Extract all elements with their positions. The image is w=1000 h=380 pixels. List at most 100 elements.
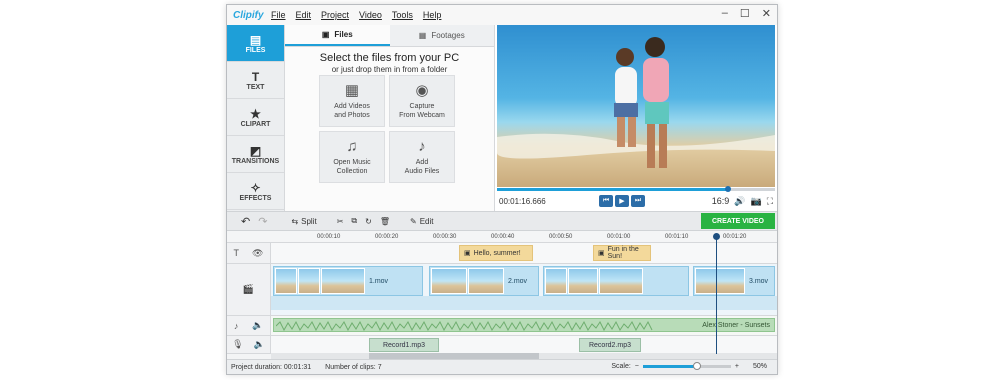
tab-files[interactable]: ▤ FILES [227, 25, 284, 62]
rotate-icon[interactable]: ↻ [365, 217, 372, 226]
tab-clipart[interactable]: ★ CLIPART [227, 99, 284, 136]
volume-icon[interactable]: 🔊 [734, 196, 745, 207]
tab-transitions[interactable]: ◩ TRANSITIONS [227, 136, 284, 173]
tab-effects[interactable]: ✧ EFFECTS [227, 173, 284, 210]
video-clip[interactable]: 1.mov [273, 266, 423, 296]
text-clip-icon: ▣ [598, 250, 605, 257]
app-logo: Clipify [233, 9, 264, 21]
tile-label-line1: Add [415, 158, 429, 166]
create-video-button[interactable]: CREATE VIDEO [701, 213, 775, 229]
add-audio-button[interactable]: ♪ Add Audio Files [389, 131, 455, 183]
close-icon[interactable]: ✕ [762, 7, 771, 20]
delete-icon[interactable]: 🗑 [380, 217, 390, 226]
menu-edit[interactable]: Edit [296, 10, 312, 20]
speaker-icon[interactable]: 🔈 [252, 320, 263, 331]
tab-text[interactable]: T TEXT [227, 62, 284, 99]
clip-thumbnail [431, 268, 467, 294]
project-duration: Project duration: 00:01:31 [231, 364, 312, 371]
menu-file[interactable]: File [271, 10, 286, 20]
text-clip[interactable]: ▣ Fun in the Sun! [593, 245, 651, 261]
snapshot-icon[interactable]: 📷 [750, 196, 761, 207]
tab-footages[interactable]: ▦ Footages [389, 25, 494, 46]
split-label: Split [301, 216, 317, 226]
tile-label-line1: Add Videos [334, 102, 370, 110]
zoom-handle[interactable] [693, 362, 702, 370]
split-icon: ⇆ [291, 216, 299, 226]
eye-icon[interactable]: 👁 [252, 248, 263, 259]
maximize-icon[interactable]: ☐ [740, 7, 750, 20]
timecode: 00:01:16.666 [499, 196, 546, 206]
tab-files-sub[interactable]: ▣ Files [285, 25, 390, 46]
cut-icon[interactable]: ✂ [337, 217, 344, 226]
status-bar: Project duration: 00:01:31 Number of cli… [227, 359, 777, 374]
seek-handle[interactable] [724, 186, 731, 192]
video-clip[interactable] [543, 266, 689, 296]
text-track-header: T 👁 [227, 243, 271, 264]
music-track-header: ♪ 🔈 [227, 316, 271, 336]
clip-thumbnail [695, 268, 745, 294]
video-clip[interactable]: 3.mov [693, 266, 775, 296]
text-track-icon: T [233, 248, 240, 258]
tab-label: TEXT [246, 83, 265, 91]
menu-video[interactable]: Video [359, 10, 382, 20]
redo-icon[interactable]: ↷ [258, 215, 267, 228]
speaker-icon[interactable]: 🔈 [254, 339, 265, 350]
clip-thumbnail [599, 268, 643, 294]
video-track-header: 🎬 [227, 264, 271, 316]
record-clip[interactable]: Record1.mp3 [369, 338, 439, 352]
skip-back-icon[interactable]: ⏮ [599, 195, 613, 207]
files-subheading: or just drop them in from a folder [331, 65, 448, 74]
video-clip[interactable]: 2.mov [429, 266, 539, 296]
skip-forward-icon[interactable]: ⏭ [631, 195, 645, 207]
zoom-fill [642, 365, 698, 368]
webcam-icon: ◉ [415, 81, 429, 99]
edit-button[interactable]: ✎ Edit [410, 217, 434, 226]
zoom-in-icon[interactable]: + [735, 363, 739, 370]
seek-bar[interactable] [497, 186, 775, 192]
video-preview[interactable] [497, 25, 775, 187]
play-icon[interactable]: ▶ [615, 195, 629, 207]
minimize-icon[interactable]: – [722, 7, 728, 20]
fullscreen-icon[interactable]: ⛶ [767, 196, 773, 207]
pencil-icon: ✎ [409, 216, 417, 226]
capture-webcam-button[interactable]: ◉ Capture From Webcam [389, 75, 455, 127]
ruler-tick: 00:00:50 [549, 234, 573, 240]
open-music-button[interactable]: ♫ Open Music Collection [319, 131, 385, 183]
undo-icon[interactable]: ↶ [241, 215, 250, 228]
tile-label-line2: and Photos [334, 111, 370, 119]
tile-label-line2: Audio Files [404, 167, 440, 175]
files-icon: ▤ [249, 32, 262, 47]
music-track: Alex Stoner - Sunsets [271, 316, 777, 336]
app-window: Clipify File Edit Project Video Tools He… [226, 4, 778, 375]
footage-icon: ▦ [418, 31, 427, 40]
menu-help[interactable]: Help [423, 10, 442, 20]
playhead[interactable] [713, 233, 720, 354]
film-icon: ▦ [344, 81, 360, 99]
split-button[interactable]: ⇆ Split [291, 217, 316, 226]
preview-panel: 00:01:16.666 ⏮ ▶ ⏭ 16:9 🔊 📷 ⛶ [495, 25, 777, 211]
tab-label: Footages [431, 31, 465, 40]
text-icon: T [251, 69, 260, 84]
clip-thumbnail [468, 268, 504, 294]
left-tab-bar: ▤ FILES T TEXT ★ CLIPART ◩ TRANSITIONS ✧… [227, 25, 285, 211]
menu-tools[interactable]: Tools [392, 10, 413, 20]
menu-project[interactable]: Project [321, 10, 349, 20]
zoom-out-icon[interactable]: − [635, 363, 639, 370]
crop-icon[interactable]: ⧉ [351, 216, 357, 226]
file-actions: ▦ Add Videos and Photos ◉ Capture From W… [319, 75, 455, 183]
aspect-ratio-button[interactable]: 16:9 [712, 196, 730, 206]
transitions-icon: ◩ [249, 143, 262, 158]
ruler-tick: 00:01:20 [723, 234, 747, 240]
tab-label: Files [334, 30, 353, 39]
playhead-handle[interactable] [713, 233, 720, 240]
beach-scene-image [497, 25, 775, 187]
text-clip[interactable]: ▣ Hello, summer! [459, 245, 533, 261]
picture-icon: ▣ [321, 30, 330, 39]
record-clip[interactable]: Record2.mp3 [579, 338, 641, 352]
transition-lane [271, 296, 777, 310]
audio-clip[interactable]: Alex Stoner - Sunsets [273, 318, 775, 332]
preview-tools: 16:9 🔊 📷 ⛶ [712, 196, 775, 207]
timeline-ruler[interactable]: 00:00:10 00:00:20 00:00:30 00:00:40 00:0… [227, 231, 777, 243]
add-videos-button[interactable]: ▦ Add Videos and Photos [319, 75, 385, 127]
zoom-slider[interactable] [642, 362, 731, 370]
